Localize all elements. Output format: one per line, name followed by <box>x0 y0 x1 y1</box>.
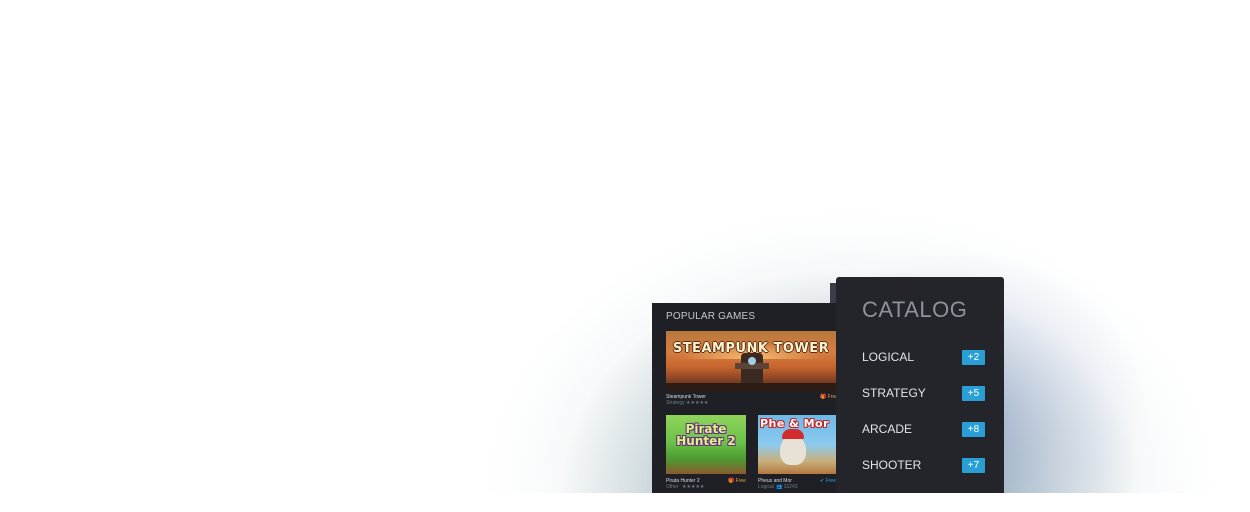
catalog-item-label: STRATEGY <box>862 386 926 400</box>
catalog-item-arcade[interactable]: ARCADE +8 <box>862 419 985 439</box>
popular-games-title: POPULAR GAMES <box>666 311 756 322</box>
catalog-title: CATALOG <box>862 297 968 322</box>
bottom-strip <box>0 493 1250 512</box>
game-category: Logical <box>758 484 774 490</box>
character-illustration <box>780 429 806 465</box>
catalog-item-strategy[interactable]: STRATEGY +5 <box>862 383 985 403</box>
tower-illustration <box>735 353 769 387</box>
count-badge: +2 <box>962 350 985 365</box>
banner-ground <box>666 383 836 391</box>
count-badge: +8 <box>962 422 985 437</box>
catalog-item-label: ARCADE <box>862 422 913 436</box>
catalog-panel: CATALOG LOGICAL +2 STRATEGY +5 ARCADE +8… <box>836 277 1004 493</box>
featured-game-category: Strategy <box>666 400 685 406</box>
count-badge: +7 <box>962 458 985 473</box>
game-downloads: 👥 16243 <box>776 484 798 490</box>
game-rating: ★★★★★ <box>682 484 705 490</box>
featured-game-banner[interactable]: STEAMPUNK TOWER <box>666 331 836 391</box>
game-thumbnail-text: Phe & Mor <box>760 417 830 430</box>
game-thumbnail-text: Pirate Hunter 2 <box>676 422 736 448</box>
catalog-item-logical[interactable]: LOGICAL +2 <box>862 347 985 367</box>
game-category: Other <box>666 484 679 490</box>
popular-games-panel: POPULAR GAMES STEAMPUNK TOWER Steampunk … <box>652 303 838 493</box>
game-thumbnail-pirate-hunter[interactable]: Pirate Hunter 2 <box>666 415 746 474</box>
game-thumbnail-pheus-and-mor[interactable]: Phe & Mor <box>758 415 838 474</box>
catalog-item-label: SHOOTER <box>862 458 922 472</box>
game-price: ✔ Free <box>820 478 836 484</box>
catalog-item-label: LOGICAL <box>862 350 915 364</box>
featured-game-logo-text: STEAMPUNK TOWER <box>672 341 830 356</box>
game-price: 🎁 Free <box>728 478 746 484</box>
count-badge: +5 <box>962 386 985 401</box>
catalog-item-shooter[interactable]: SHOOTER +7 <box>862 455 985 475</box>
featured-game-rating: ★★★★★ <box>686 400 709 406</box>
